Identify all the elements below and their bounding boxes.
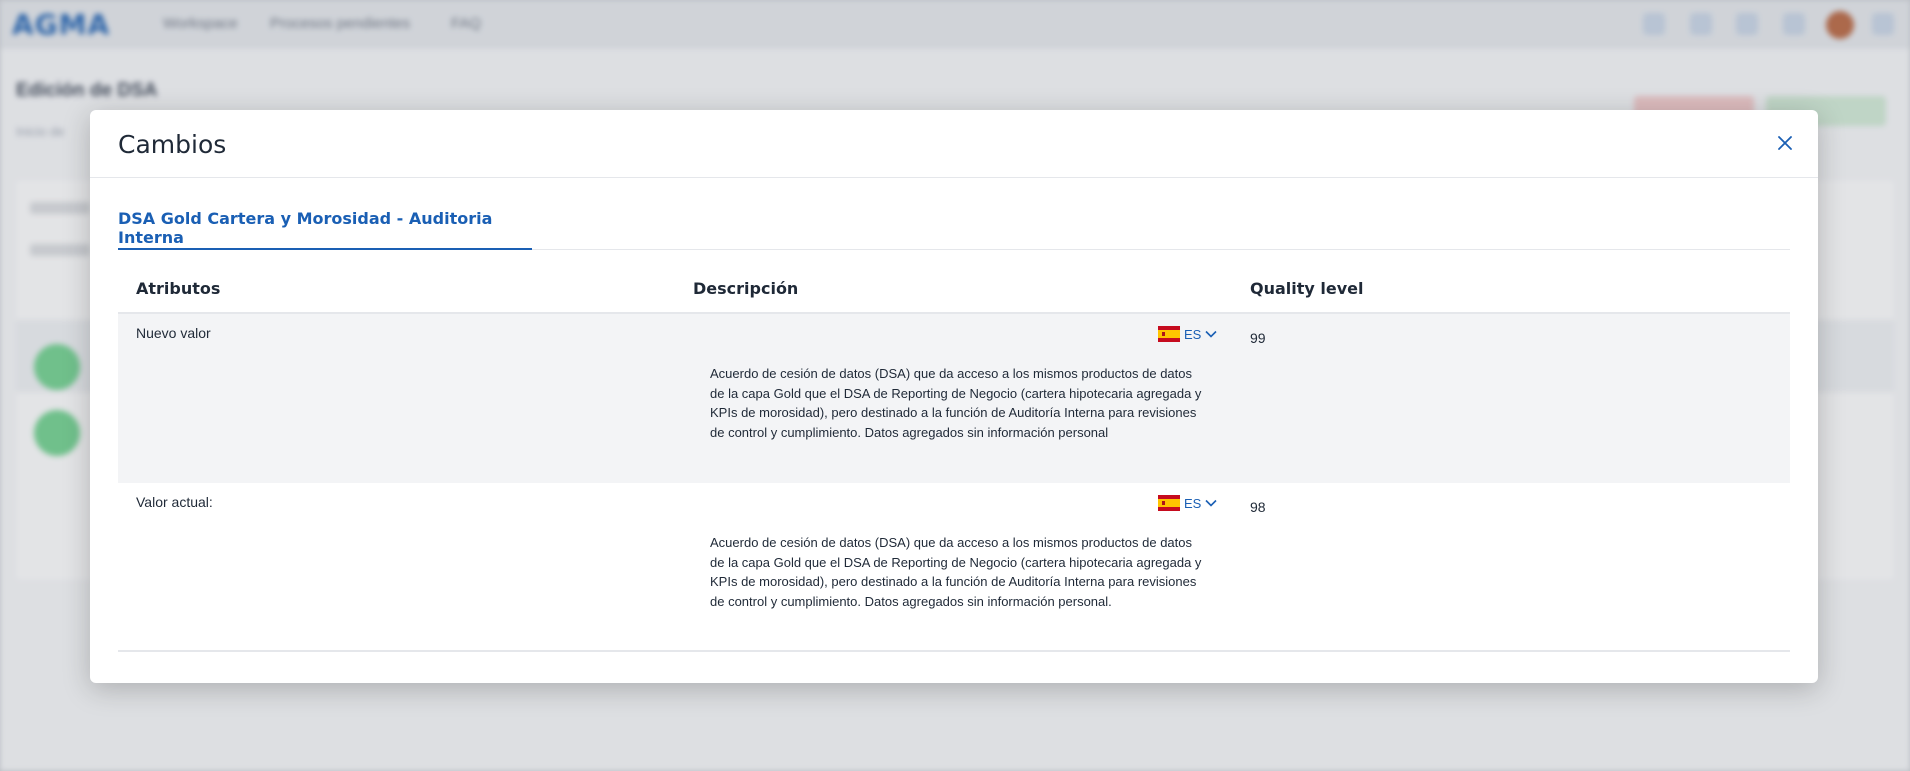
row-label: Nuevo valor bbox=[136, 325, 211, 341]
column-header-descripcion: Descripción bbox=[693, 279, 799, 298]
column-header-quality-level: Quality level bbox=[1250, 279, 1364, 298]
table-row: Nuevo valor ES Acuerdo de cesión de dato… bbox=[118, 314, 1790, 483]
close-button[interactable] bbox=[1772, 130, 1798, 156]
table-header: Atributos Descripción Quality level bbox=[118, 262, 1790, 314]
chevron-down-icon bbox=[1205, 499, 1217, 507]
close-icon bbox=[1778, 136, 1792, 150]
column-header-atributos: Atributos bbox=[136, 279, 221, 298]
changes-modal: Cambios DSA Gold Cartera y Morosidad - A… bbox=[90, 110, 1818, 683]
spain-flag-icon bbox=[1158, 495, 1180, 511]
modal-title: Cambios bbox=[118, 130, 227, 159]
row-label: Valor actual: bbox=[136, 494, 213, 510]
quality-level-value: 99 bbox=[1250, 330, 1266, 346]
quality-level-value: 98 bbox=[1250, 499, 1266, 515]
description-text: Acuerdo de cesión de datos (DSA) que da … bbox=[710, 535, 1202, 609]
modal-header: Cambios bbox=[90, 110, 1818, 178]
tab-bar: DSA Gold Cartera y Morosidad - Auditoria… bbox=[118, 208, 1790, 250]
language-code: ES bbox=[1184, 326, 1202, 342]
language-code: ES bbox=[1184, 495, 1202, 511]
tab-dsa-gold-auditoria[interactable]: DSA Gold Cartera y Morosidad - Auditoria… bbox=[118, 208, 532, 250]
changes-table: Atributos Descripción Quality level Nuev… bbox=[118, 262, 1790, 652]
description-text: Acuerdo de cesión de datos (DSA) que da … bbox=[710, 366, 1202, 440]
chevron-down-icon bbox=[1205, 330, 1217, 338]
spain-flag-icon bbox=[1158, 326, 1180, 342]
language-selector[interactable]: ES bbox=[1158, 326, 1217, 342]
table-row: Valor actual: ES Acuerdo de cesión de da… bbox=[118, 483, 1790, 652]
language-selector[interactable]: ES bbox=[1158, 495, 1217, 511]
